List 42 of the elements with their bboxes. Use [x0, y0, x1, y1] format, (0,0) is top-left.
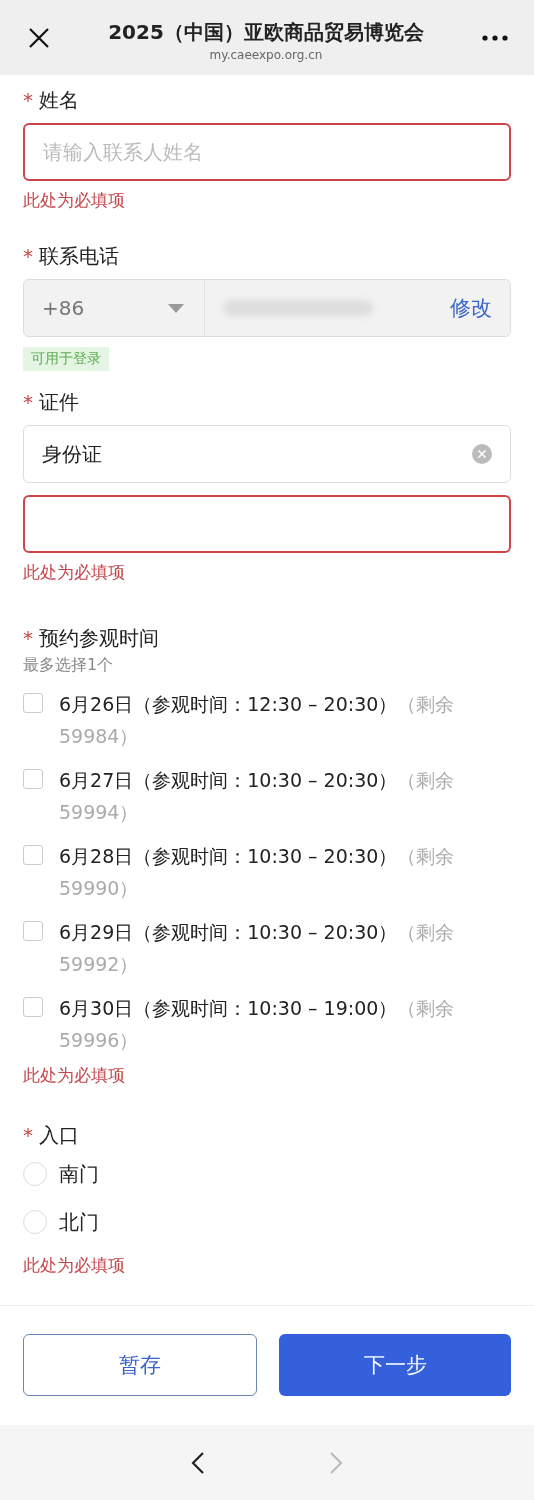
hint-text: 最多选择1个 — [23, 655, 115, 676]
id-type-select[interactable]: 身份证 — [23, 425, 511, 483]
error-message: 此处为必填项 — [23, 561, 126, 584]
required-mark: * — [23, 88, 33, 112]
name-input[interactable]: 请输入联系人姓名 — [23, 123, 511, 181]
error-message: 此处为必填项 — [23, 189, 126, 212]
checkbox[interactable] — [23, 693, 43, 713]
checkbox[interactable] — [23, 845, 43, 865]
checkbox[interactable] — [23, 921, 43, 941]
field-label: 入口 — [39, 1121, 79, 1149]
option-label: 6月30日（参观时间：10:30 – 19:00）（剩余 59996） — [59, 996, 456, 1053]
next-button[interactable]: 下一步 — [279, 1334, 511, 1396]
page-title: 2025（中国）亚欧商品贸易博览会 — [108, 19, 424, 46]
option-label: 6月27日（参观时间：10:30 – 20:30）（剩余 59994） — [59, 768, 456, 825]
edit-link[interactable]: 修改 — [450, 294, 492, 322]
required-mark: * — [23, 626, 33, 650]
checkbox[interactable] — [23, 997, 43, 1017]
id-number-input[interactable] — [23, 495, 511, 553]
required-mark: * — [23, 390, 33, 414]
clear-icon[interactable] — [472, 444, 492, 464]
option-label: 6月28日（参观时间：10:30 – 20:30）（剩余 59990） — [59, 844, 456, 901]
radio-label: 北门 — [59, 1208, 99, 1236]
error-message: 此处为必填项 — [23, 1254, 126, 1277]
site-url: my.caeexpo.org.cn — [209, 48, 323, 62]
more-icon[interactable] — [482, 34, 508, 41]
option-label: 6月26日（参观时间：12:30 – 20:30）（剩余 59984） — [59, 692, 456, 749]
field-label: 姓名 — [39, 86, 79, 114]
field-label: 预约参观时间 — [39, 624, 159, 652]
back-icon[interactable] — [191, 1450, 205, 1475]
field-label: 联系电话 — [39, 242, 119, 270]
login-tag: 可用于登录 — [23, 347, 109, 371]
checkbox[interactable] — [23, 769, 43, 789]
field-label: 证件 — [39, 388, 79, 416]
save-draft-button[interactable]: 暂存 — [23, 1334, 257, 1396]
required-mark: * — [23, 244, 33, 268]
country-code-select[interactable]: +86 — [24, 280, 205, 336]
error-message: 此处为必填项 — [23, 1064, 126, 1087]
required-mark: * — [23, 1123, 33, 1147]
option-label: 6月29日（参观时间：10:30 – 20:30）（剩余 59992） — [59, 920, 456, 977]
close-icon[interactable] — [28, 26, 50, 49]
caret-icon — [168, 303, 184, 313]
radio-label: 南门 — [59, 1160, 99, 1188]
